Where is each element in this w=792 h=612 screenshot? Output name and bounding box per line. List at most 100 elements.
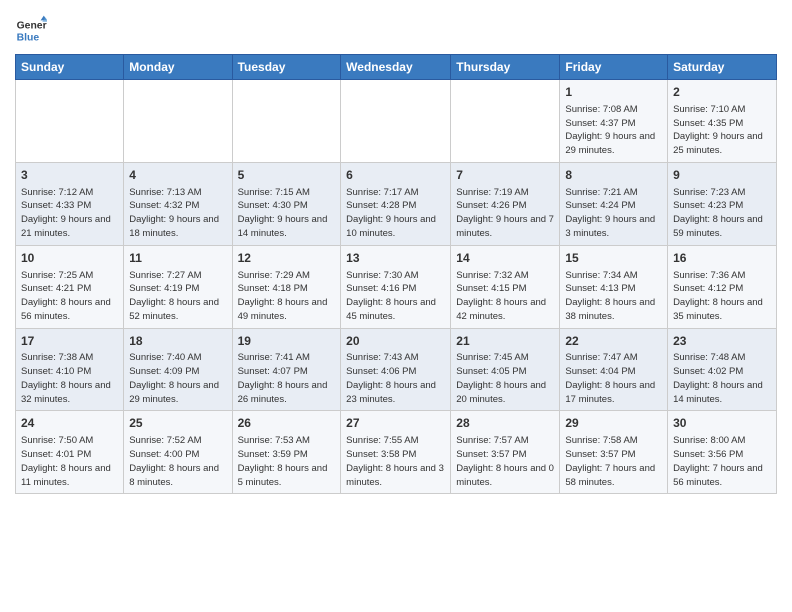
day-cell: 12Sunrise: 7:29 AM Sunset: 4:18 PM Dayli… xyxy=(232,245,341,328)
day-number: 29 xyxy=(565,415,662,432)
day-number: 13 xyxy=(346,250,445,267)
header: General Blue xyxy=(15,10,777,46)
day-cell: 6 Sunrise: 7:17 AM Sunset: 4:28 PM Daylig… xyxy=(341,162,451,245)
day-cell: 28 Sunrise: 7:57 AM Sunset: 3:57 PM Dayli… xyxy=(451,411,560,494)
day-info: Sunrise: 7:58 AM Sunset: 3:57 PM Dayligh… xyxy=(565,434,662,489)
day-info: Sunrise: 7:55 AM Sunset: 3:58 PM Dayligh… xyxy=(346,434,445,489)
day-info: Sunrise: 7:08 AM Sunset: 4:37 PM Dayligh… xyxy=(565,103,662,158)
day-number: 9 xyxy=(673,167,771,184)
day-info: Sunrise: 7:30 AM Sunset: 4:16 PM Dayligh… xyxy=(346,269,445,324)
header-row: SundayMondayTuesdayWednesdayThursdayFrid… xyxy=(16,55,777,80)
day-number: 25 xyxy=(129,415,226,432)
day-info: Sunrise: 7:13 AM Sunset: 4:32 PM Dayligh… xyxy=(129,186,226,241)
day-info: Sunrise: 7:48 AM Sunset: 4:02 PM Dayligh… xyxy=(673,351,771,406)
day-info: Sunrise: 7:57 AM Sunset: 3:57 PM Dayligh… xyxy=(456,434,554,489)
day-number: 15 xyxy=(565,250,662,267)
day-number: 1 xyxy=(565,84,662,101)
day-number: 10 xyxy=(21,250,118,267)
day-number: 24 xyxy=(21,415,118,432)
day-number: 27 xyxy=(346,415,445,432)
day-info: Sunrise: 7:41 AM Sunset: 4:07 PM Dayligh… xyxy=(238,351,336,406)
day-info: Sunrise: 7:17 AM Sunset: 4:28 PM Dayligh… xyxy=(346,186,445,241)
day-info: Sunrise: 7:36 AM Sunset: 4:12 PM Dayligh… xyxy=(673,269,771,324)
day-number: 8 xyxy=(565,167,662,184)
day-info: Sunrise: 7:12 AM Sunset: 4:33 PM Dayligh… xyxy=(21,186,118,241)
day-cell: 16Sunrise: 7:36 AM Sunset: 4:12 PM Dayli… xyxy=(668,245,777,328)
day-info: Sunrise: 8:00 AM Sunset: 3:56 PM Dayligh… xyxy=(673,434,771,489)
day-number: 18 xyxy=(129,333,226,350)
day-number: 12 xyxy=(238,250,336,267)
day-cell: 9 Sunrise: 7:23 AM Sunset: 4:23 PM Daylig… xyxy=(668,162,777,245)
calendar-table: SundayMondayTuesdayWednesdayThursdayFrid… xyxy=(15,54,777,494)
day-info: Sunrise: 7:45 AM Sunset: 4:05 PM Dayligh… xyxy=(456,351,554,406)
svg-text:Blue: Blue xyxy=(17,32,40,43)
day-info: Sunrise: 7:21 AM Sunset: 4:24 PM Dayligh… xyxy=(565,186,662,241)
day-cell: 22Sunrise: 7:47 AM Sunset: 4:04 PM Dayli… xyxy=(560,328,668,411)
day-info: Sunrise: 7:10 AM Sunset: 4:35 PM Dayligh… xyxy=(673,103,771,158)
day-number: 26 xyxy=(238,415,336,432)
page: General Blue SundayMondayTuesdayWednesda… xyxy=(0,0,792,504)
day-cell: 19Sunrise: 7:41 AM Sunset: 4:07 PM Dayli… xyxy=(232,328,341,411)
day-cell: 25 Sunrise: 7:52 AM Sunset: 4:00 PM Dayli… xyxy=(124,411,232,494)
day-header-friday: Friday xyxy=(560,55,668,80)
day-info: Sunrise: 7:50 AM Sunset: 4:01 PM Dayligh… xyxy=(21,434,118,489)
day-number: 30 xyxy=(673,415,771,432)
logo: General Blue xyxy=(15,14,47,46)
day-cell: 8 Sunrise: 7:21 AM Sunset: 4:24 PM Daylig… xyxy=(560,162,668,245)
day-header-sunday: Sunday xyxy=(16,55,124,80)
day-number: 4 xyxy=(129,167,226,184)
day-number: 14 xyxy=(456,250,554,267)
day-number: 17 xyxy=(21,333,118,350)
day-info: Sunrise: 7:53 AM Sunset: 3:59 PM Dayligh… xyxy=(238,434,336,489)
day-cell: 24 Sunrise: 7:50 AM Sunset: 4:01 PM Dayli… xyxy=(16,411,124,494)
day-cell: 7 Sunrise: 7:19 AM Sunset: 4:26 PM Daylig… xyxy=(451,162,560,245)
day-number: 6 xyxy=(346,167,445,184)
day-info: Sunrise: 7:15 AM Sunset: 4:30 PM Dayligh… xyxy=(238,186,336,241)
day-cell: 17Sunrise: 7:38 AM Sunset: 4:10 PM Dayli… xyxy=(16,328,124,411)
day-info: Sunrise: 7:25 AM Sunset: 4:21 PM Dayligh… xyxy=(21,269,118,324)
day-number: 22 xyxy=(565,333,662,350)
day-cell xyxy=(124,80,232,163)
day-number: 28 xyxy=(456,415,554,432)
week-row-1: 1 Sunrise: 7:08 AM Sunset: 4:37 PM Daylig… xyxy=(16,80,777,163)
week-row-4: 17Sunrise: 7:38 AM Sunset: 4:10 PM Dayli… xyxy=(16,328,777,411)
day-info: Sunrise: 7:27 AM Sunset: 4:19 PM Dayligh… xyxy=(129,269,226,324)
day-number: 19 xyxy=(238,333,336,350)
day-cell: 29 Sunrise: 7:58 AM Sunset: 3:57 PM Dayli… xyxy=(560,411,668,494)
day-header-thursday: Thursday xyxy=(451,55,560,80)
day-number: 2 xyxy=(673,84,771,101)
day-cell xyxy=(341,80,451,163)
day-info: Sunrise: 7:32 AM Sunset: 4:15 PM Dayligh… xyxy=(456,269,554,324)
day-cell: 30 Sunrise: 8:00 AM Sunset: 3:56 PM Dayli… xyxy=(668,411,777,494)
day-cell xyxy=(232,80,341,163)
day-info: Sunrise: 7:23 AM Sunset: 4:23 PM Dayligh… xyxy=(673,186,771,241)
day-cell: 13 Sunrise: 7:30 AM Sunset: 4:16 PM Dayli… xyxy=(341,245,451,328)
day-header-wednesday: Wednesday xyxy=(341,55,451,80)
day-cell: 14 Sunrise: 7:32 AM Sunset: 4:15 PM Dayli… xyxy=(451,245,560,328)
day-cell: 5 Sunrise: 7:15 AM Sunset: 4:30 PM Daylig… xyxy=(232,162,341,245)
day-cell: 23Sunrise: 7:48 AM Sunset: 4:02 PM Dayli… xyxy=(668,328,777,411)
day-info: Sunrise: 7:40 AM Sunset: 4:09 PM Dayligh… xyxy=(129,351,226,406)
day-info: Sunrise: 7:19 AM Sunset: 4:26 PM Dayligh… xyxy=(456,186,554,241)
day-cell: 1 Sunrise: 7:08 AM Sunset: 4:37 PM Daylig… xyxy=(560,80,668,163)
day-number: 5 xyxy=(238,167,336,184)
day-info: Sunrise: 7:34 AM Sunset: 4:13 PM Dayligh… xyxy=(565,269,662,324)
day-cell: 11 Sunrise: 7:27 AM Sunset: 4:19 PM Dayli… xyxy=(124,245,232,328)
day-cell: 4 Sunrise: 7:13 AM Sunset: 4:32 PM Daylig… xyxy=(124,162,232,245)
day-cell xyxy=(451,80,560,163)
day-header-monday: Monday xyxy=(124,55,232,80)
day-info: Sunrise: 7:43 AM Sunset: 4:06 PM Dayligh… xyxy=(346,351,445,406)
day-number: 21 xyxy=(456,333,554,350)
week-row-3: 10 Sunrise: 7:25 AM Sunset: 4:21 PM Dayli… xyxy=(16,245,777,328)
day-cell: 21Sunrise: 7:45 AM Sunset: 4:05 PM Dayli… xyxy=(451,328,560,411)
day-number: 11 xyxy=(129,250,226,267)
day-number: 20 xyxy=(346,333,445,350)
day-number: 23 xyxy=(673,333,771,350)
day-cell: 18Sunrise: 7:40 AM Sunset: 4:09 PM Dayli… xyxy=(124,328,232,411)
day-cell: 3Sunrise: 7:12 AM Sunset: 4:33 PM Daylig… xyxy=(16,162,124,245)
week-row-2: 3Sunrise: 7:12 AM Sunset: 4:33 PM Daylig… xyxy=(16,162,777,245)
day-cell: 10 Sunrise: 7:25 AM Sunset: 4:21 PM Dayli… xyxy=(16,245,124,328)
day-info: Sunrise: 7:52 AM Sunset: 4:00 PM Dayligh… xyxy=(129,434,226,489)
day-cell: 2 Sunrise: 7:10 AM Sunset: 4:35 PM Daylig… xyxy=(668,80,777,163)
day-number: 7 xyxy=(456,167,554,184)
